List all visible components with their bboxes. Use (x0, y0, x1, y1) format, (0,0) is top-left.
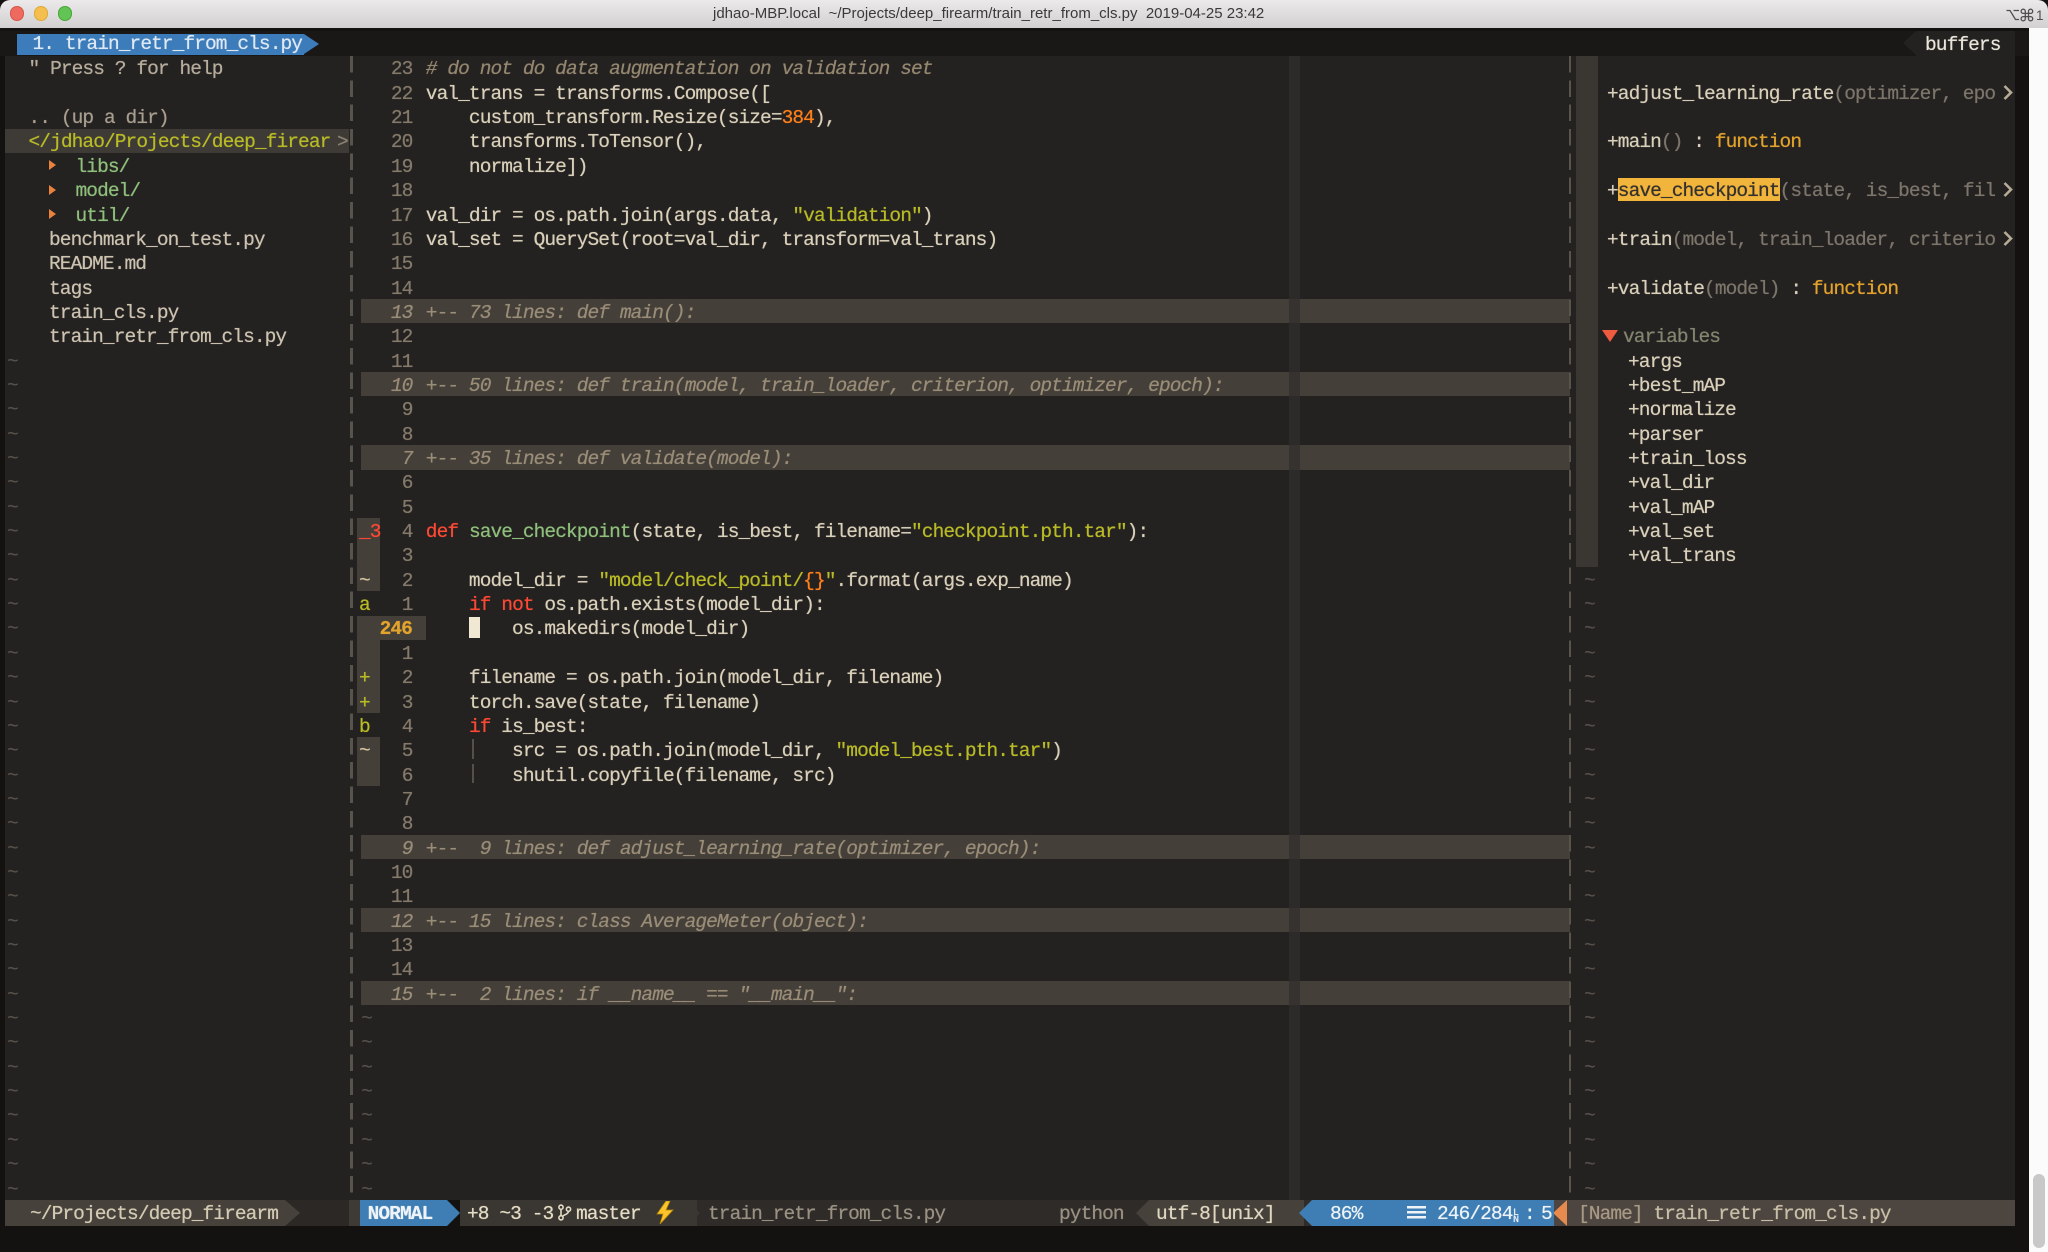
svg-text:1: 1 (2036, 8, 2044, 22)
